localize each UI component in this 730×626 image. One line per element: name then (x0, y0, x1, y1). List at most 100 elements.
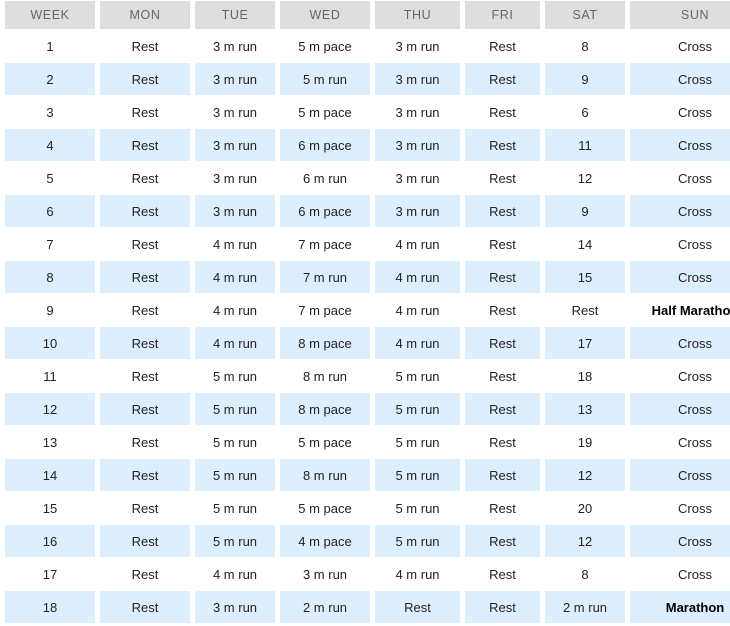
cell-thu: 4 m run (375, 327, 460, 359)
table-row: 12 Rest 5 m run 8 m pace 5 m run Rest 13 Cross (5, 393, 730, 425)
cell-thu: 3 m run (375, 30, 460, 62)
cell-sun: Cross (630, 459, 730, 491)
column-header-mon: MON (100, 1, 190, 29)
cell-wed: 8 m run (280, 360, 370, 392)
cell-thu: 4 m run (375, 228, 460, 260)
cell-mon: Rest (100, 96, 190, 128)
cell-sat: 19 (545, 426, 625, 458)
cell-thu: 5 m run (375, 459, 460, 491)
table-row: 3 Rest 3 m run 5 m pace 3 m run Rest 6 Cross (5, 96, 730, 128)
cell-fri: Rest (465, 525, 540, 557)
cell-week: 11 (5, 360, 95, 392)
cell-tue: 3 m run (195, 591, 275, 623)
cell-sun: Cross (630, 129, 730, 161)
cell-fri: Rest (465, 426, 540, 458)
cell-sat: 9 (545, 195, 625, 227)
column-header-week: WEEK (5, 1, 95, 29)
cell-sun: Cross (630, 426, 730, 458)
cell-fri: Rest (465, 294, 540, 326)
cell-sun: Cross (630, 195, 730, 227)
table-row: 11 Rest 5 m run 8 m run 5 m run Rest 18 Cross (5, 360, 730, 392)
cell-thu: 3 m run (375, 63, 460, 95)
table-row: 15 Rest 5 m run 5 m pace 5 m run Rest 20 Cross (5, 492, 730, 524)
cell-sun: Cross (630, 327, 730, 359)
cell-fri: Rest (465, 261, 540, 293)
cell-sat: 9 (545, 63, 625, 95)
cell-sat: 6 (545, 96, 625, 128)
cell-week: 6 (5, 195, 95, 227)
cell-mon: Rest (100, 591, 190, 623)
cell-sat: 11 (545, 129, 625, 161)
cell-tue: 4 m run (195, 294, 275, 326)
cell-fri: Rest (465, 30, 540, 62)
table-row: 4 Rest 3 m run 6 m pace 3 m run Rest 11 Cross (5, 129, 730, 161)
cell-fri: Rest (465, 591, 540, 623)
cell-thu: 4 m run (375, 261, 460, 293)
cell-mon: Rest (100, 492, 190, 524)
cell-thu: 5 m run (375, 492, 460, 524)
cell-mon: Rest (100, 294, 190, 326)
table-row: 2 Rest 3 m run 5 m run 3 m run Rest 9 Cross (5, 63, 730, 95)
cell-tue: 3 m run (195, 30, 275, 62)
cell-wed: 2 m run (280, 591, 370, 623)
column-header-sat: SAT (545, 1, 625, 29)
cell-tue: 4 m run (195, 261, 275, 293)
cell-tue: 5 m run (195, 459, 275, 491)
cell-sun: Cross (630, 30, 730, 62)
cell-wed: 6 m run (280, 162, 370, 194)
table-row: 6 Rest 3 m run 6 m pace 3 m run Rest 9 Cross (5, 195, 730, 227)
cell-wed: 5 m run (280, 63, 370, 95)
cell-fri: Rest (465, 228, 540, 260)
cell-mon: Rest (100, 327, 190, 359)
cell-sun: Half Marathon (630, 294, 730, 326)
table-row: 13 Rest 5 m run 5 m pace 5 m run Rest 19 Cross (5, 426, 730, 458)
cell-week: 9 (5, 294, 95, 326)
cell-tue: 4 m run (195, 558, 275, 590)
cell-sat: 2 m run (545, 591, 625, 623)
cell-tue: 4 m run (195, 327, 275, 359)
cell-sat: 8 (545, 558, 625, 590)
table-row: 1 Rest 3 m run 5 m pace 3 m run Rest 8 Cross (5, 30, 730, 62)
cell-wed: 5 m pace (280, 96, 370, 128)
cell-wed: 7 m pace (280, 228, 370, 260)
cell-mon: Rest (100, 459, 190, 491)
cell-week: 18 (5, 591, 95, 623)
cell-sun: Cross (630, 228, 730, 260)
cell-thu: 3 m run (375, 162, 460, 194)
cell-sun: Cross (630, 492, 730, 524)
cell-wed: 8 m run (280, 459, 370, 491)
cell-tue: 5 m run (195, 492, 275, 524)
cell-thu: Rest (375, 591, 460, 623)
cell-week: 2 (5, 63, 95, 95)
header-row: WEEK MON TUE WED THU FRI SAT SUN (5, 1, 730, 29)
cell-week: 4 (5, 129, 95, 161)
cell-mon: Rest (100, 162, 190, 194)
cell-wed: 7 m run (280, 261, 370, 293)
cell-week: 17 (5, 558, 95, 590)
cell-mon: Rest (100, 129, 190, 161)
cell-sat: 12 (545, 162, 625, 194)
cell-fri: Rest (465, 129, 540, 161)
cell-sun: Cross (630, 558, 730, 590)
cell-wed: 6 m pace (280, 129, 370, 161)
cell-fri: Rest (465, 327, 540, 359)
table-row: 18 Rest 3 m run 2 m run Rest Rest 2 m run Marat… (5, 591, 730, 623)
cell-thu: 5 m run (375, 393, 460, 425)
cell-thu: 4 m run (375, 558, 460, 590)
cell-week: 12 (5, 393, 95, 425)
cell-fri: Rest (465, 393, 540, 425)
cell-sat: 12 (545, 459, 625, 491)
cell-thu: 5 m run (375, 525, 460, 557)
cell-mon: Rest (100, 525, 190, 557)
cell-sat: 18 (545, 360, 625, 392)
cell-wed: 8 m pace (280, 393, 370, 425)
cell-mon: Rest (100, 30, 190, 62)
cell-wed: 5 m pace (280, 492, 370, 524)
cell-week: 15 (5, 492, 95, 524)
table-row: 17 Rest 4 m run 3 m run 4 m run Rest 8 Cross (5, 558, 730, 590)
cell-tue: 5 m run (195, 525, 275, 557)
cell-thu: 3 m run (375, 96, 460, 128)
cell-week: 1 (5, 30, 95, 62)
column-header-sun: SUN (630, 1, 730, 29)
cell-fri: Rest (465, 162, 540, 194)
